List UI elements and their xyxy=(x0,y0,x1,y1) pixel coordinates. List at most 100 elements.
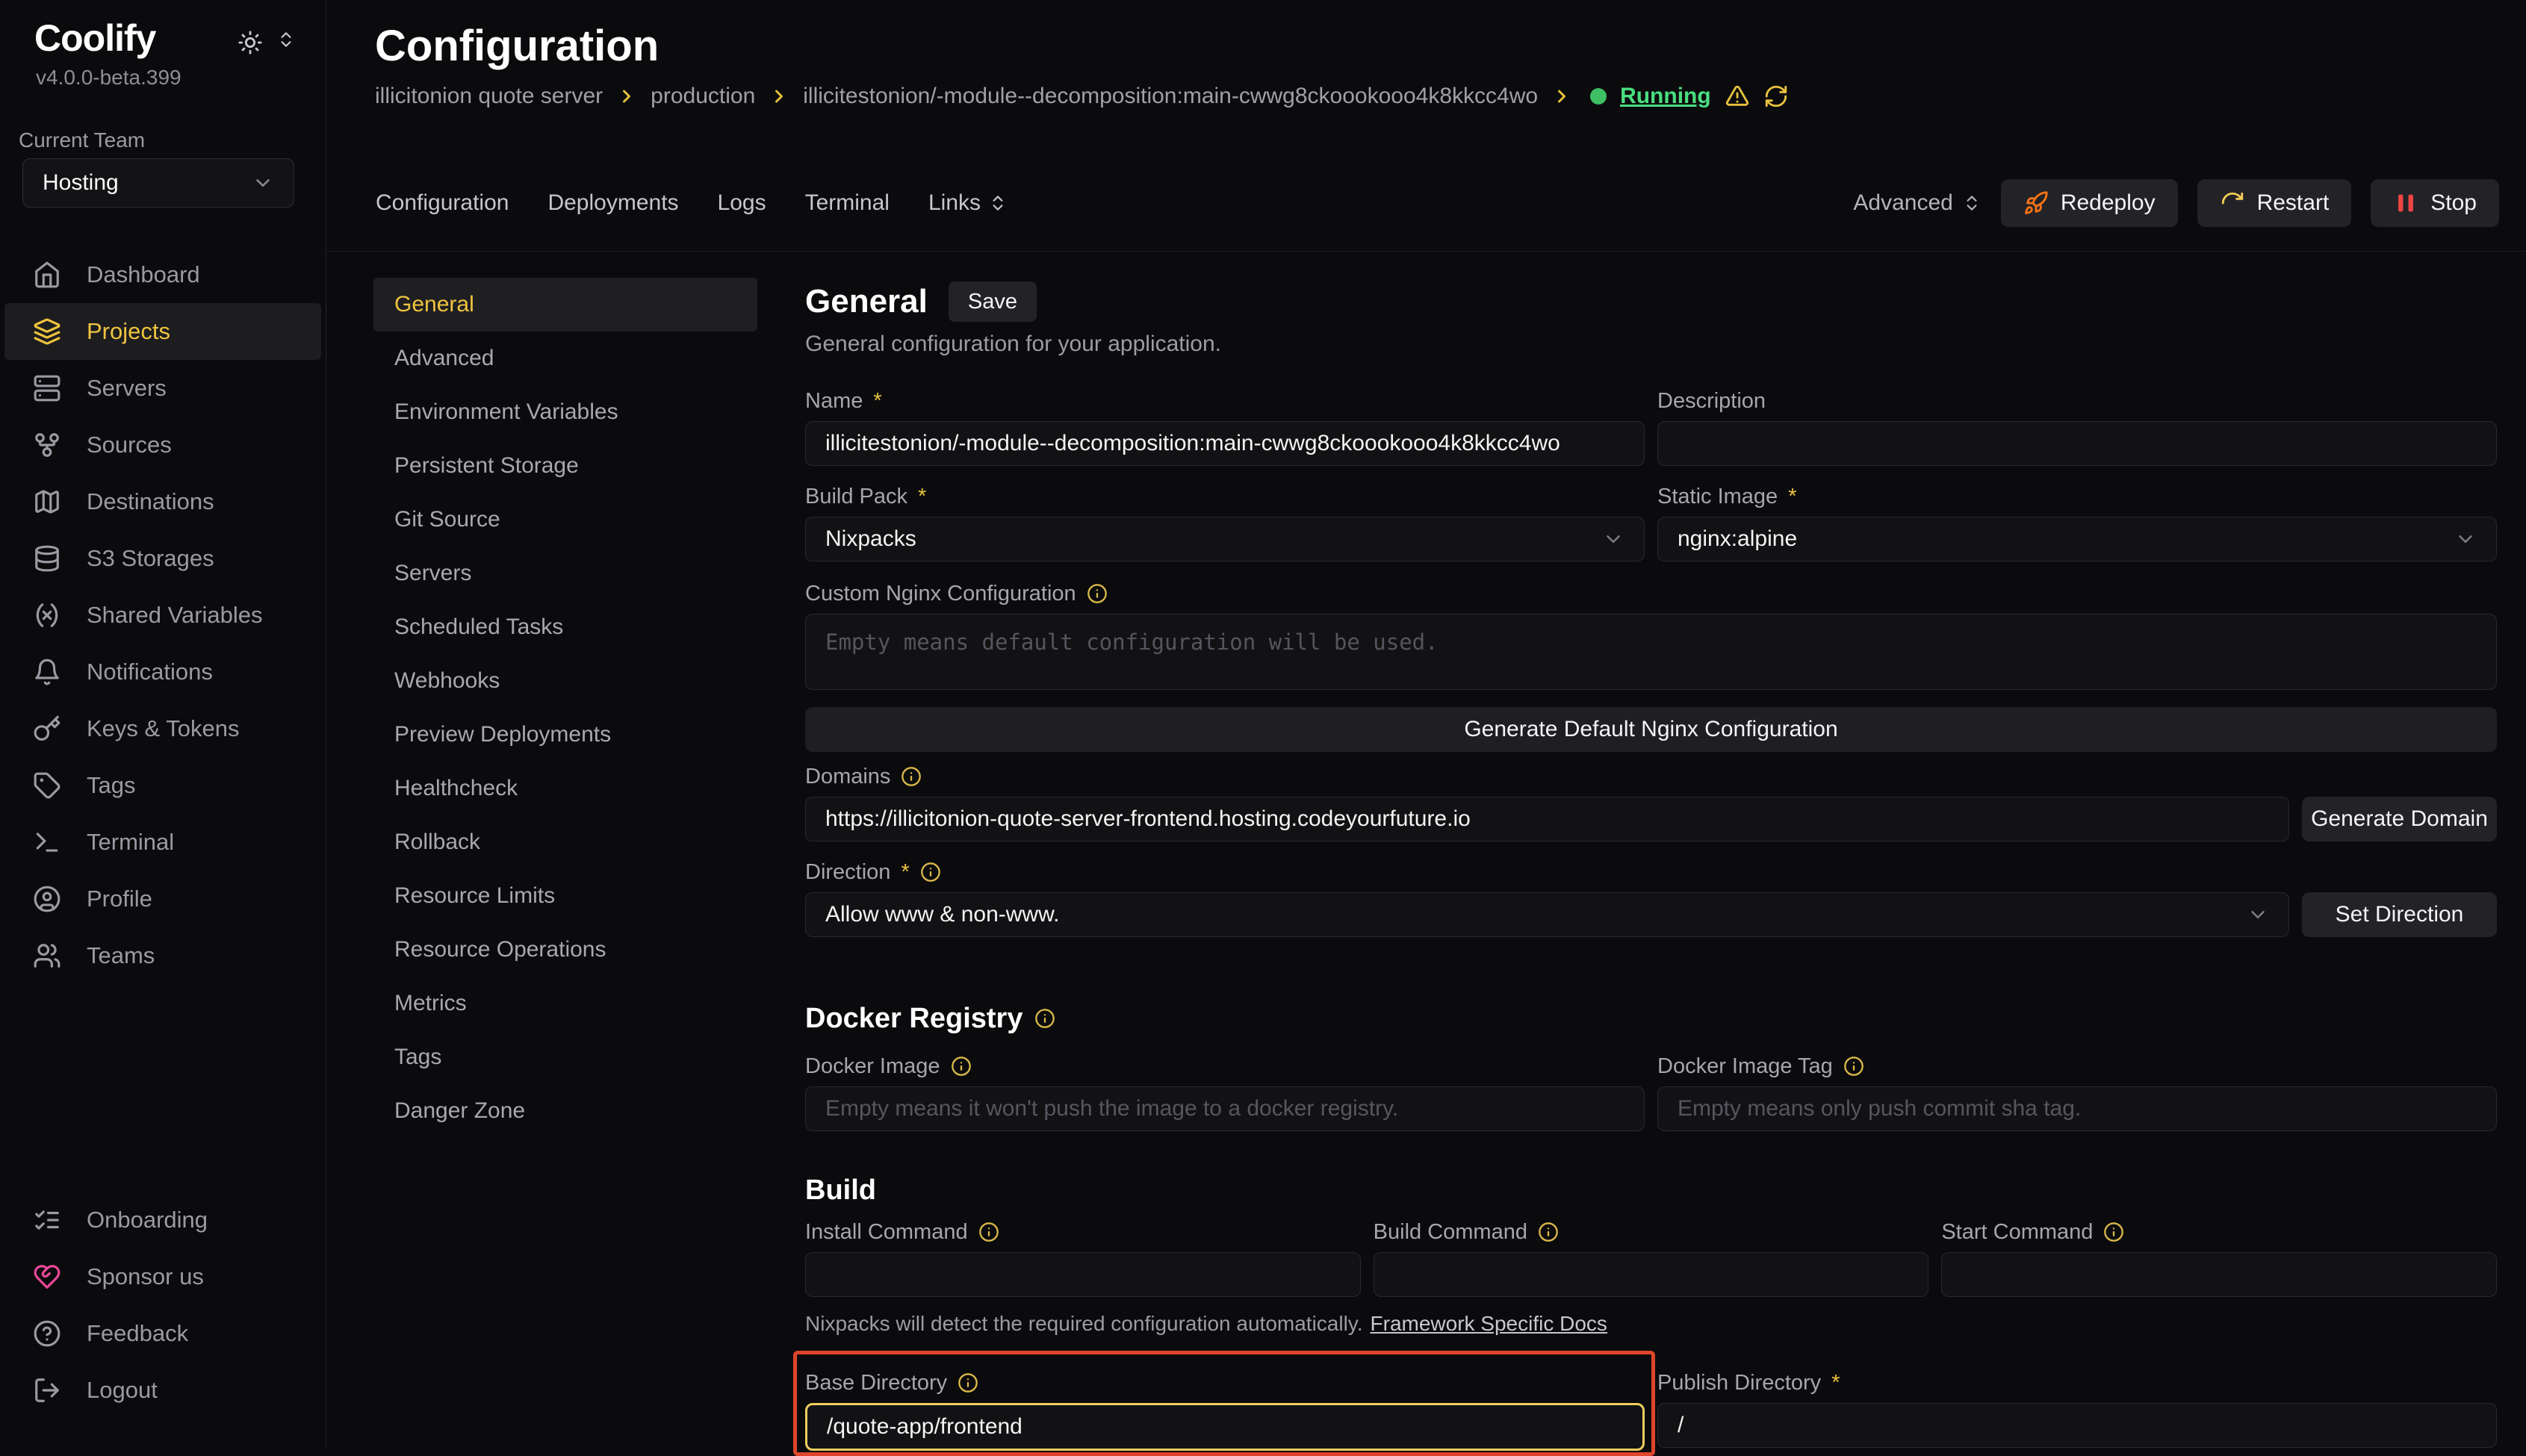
build-heading: Build xyxy=(805,1173,2497,1207)
subnav-item-tags[interactable]: Tags xyxy=(373,1030,757,1084)
sidebar-item-label: Destinations xyxy=(87,488,214,515)
domains-input[interactable] xyxy=(805,797,2289,841)
sidebar-item-projects[interactable]: Projects xyxy=(4,303,321,360)
subnav-item-rollback[interactable]: Rollback xyxy=(373,815,757,869)
start-command-input[interactable] xyxy=(1941,1252,2497,1297)
framework-docs-link[interactable]: Framework Specific Docs xyxy=(1371,1312,1607,1335)
info-icon[interactable] xyxy=(901,766,922,787)
info-icon[interactable] xyxy=(1538,1222,1559,1242)
sidebar-item-label: Projects xyxy=(87,318,170,345)
docker-image-tag-input[interactable] xyxy=(1657,1086,2497,1131)
sun-icon[interactable] xyxy=(238,30,263,55)
required-marker: * xyxy=(901,860,909,885)
sidebar-item-notifications[interactable]: Notifications xyxy=(0,644,326,700)
breadcrumb-project[interactable]: illicitonion quote server xyxy=(375,84,603,109)
info-icon[interactable] xyxy=(1034,1008,1055,1029)
static-image-select[interactable]: nginx:alpine xyxy=(1657,517,2497,561)
info-icon[interactable] xyxy=(1087,583,1108,604)
publish-directory-input[interactable] xyxy=(1657,1403,2497,1448)
breadcrumb: illicitonion quote server production ill… xyxy=(375,84,1789,109)
refresh-icon[interactable] xyxy=(1763,84,1789,109)
sidebar-item-shared-variables[interactable]: Shared Variables xyxy=(0,587,326,644)
sidebar-item-teams[interactable]: Teams xyxy=(0,927,326,984)
chevron-down-icon xyxy=(1602,528,1624,550)
status-running-link[interactable]: Running xyxy=(1620,84,1711,109)
info-icon[interactable] xyxy=(1843,1056,1864,1077)
tab-label: Links xyxy=(928,179,981,227)
static-image-label: Static Image* xyxy=(1657,484,2497,509)
custom-nginx-textarea[interactable] xyxy=(805,614,2497,690)
subnav-item-preview-deployments[interactable]: Preview Deployments xyxy=(373,708,757,762)
set-direction-button[interactable]: Set Direction xyxy=(2302,892,2497,937)
build-command-input[interactable] xyxy=(1374,1252,1929,1297)
sidebar-item-tags[interactable]: Tags xyxy=(0,757,326,814)
tab-label: Terminal xyxy=(805,179,890,227)
generate-nginx-button[interactable]: Generate Default Nginx Configuration xyxy=(805,707,2497,752)
breadcrumb-environment[interactable]: production xyxy=(651,84,755,109)
tab-configuration[interactable]: Configuration xyxy=(376,179,509,227)
sidebar-item-profile[interactable]: Profile xyxy=(0,871,326,927)
sidebar-item-onboarding[interactable]: Onboarding xyxy=(0,1192,326,1248)
subnav-item-servers[interactable]: Servers xyxy=(373,547,757,600)
base-directory-input[interactable] xyxy=(805,1403,1645,1451)
docker-image-input[interactable] xyxy=(805,1086,1645,1131)
sidebar-item-feedback[interactable]: Feedback xyxy=(0,1305,326,1362)
key-icon xyxy=(33,715,61,743)
sidebar-item-terminal[interactable]: Terminal xyxy=(0,814,326,871)
sidebar-item-sponsor-us[interactable]: Sponsor us xyxy=(0,1248,326,1305)
sidebar-item-s3-storages[interactable]: S3 Storages xyxy=(0,530,326,587)
subnav-item-scheduled-tasks[interactable]: Scheduled Tasks xyxy=(373,600,757,654)
tab-terminal[interactable]: Terminal xyxy=(805,179,890,227)
direction-select[interactable]: Allow www & non-www. xyxy=(805,892,2289,937)
save-button[interactable]: Save xyxy=(949,281,1037,322)
chevrons-up-down-icon xyxy=(1962,193,1982,213)
stop-button[interactable]: Stop xyxy=(2371,179,2499,227)
subnav-item-resource-limits[interactable]: Resource Limits xyxy=(373,869,757,923)
sidebar-item-destinations[interactable]: Destinations xyxy=(0,473,326,530)
database-icon xyxy=(33,544,61,573)
subnav-item-danger-zone[interactable]: Danger Zone xyxy=(373,1084,757,1138)
team-select[interactable]: Hosting xyxy=(22,158,294,208)
tab-logs[interactable]: Logs xyxy=(718,179,766,227)
advanced-dropdown[interactable]: Advanced xyxy=(1853,179,1981,227)
sidebar-item-servers[interactable]: Servers xyxy=(0,360,326,417)
redeploy-button[interactable]: Redeploy xyxy=(2001,179,2178,227)
generate-domain-button[interactable]: Generate Domain xyxy=(2302,797,2497,841)
sidebar-item-dashboard[interactable]: Dashboard xyxy=(0,246,326,303)
subnav-item-persistent-storage[interactable]: Persistent Storage xyxy=(373,439,757,493)
subnav-item-general[interactable]: General xyxy=(373,278,757,332)
warning-icon[interactable] xyxy=(1725,84,1750,109)
name-input[interactable] xyxy=(805,421,1645,466)
bell-icon xyxy=(33,658,61,686)
build-pack-label: Build Pack* xyxy=(805,484,1645,509)
sidebar-item-label: Terminal xyxy=(87,829,174,856)
subnav-item-metrics[interactable]: Metrics xyxy=(373,977,757,1030)
info-icon[interactable] xyxy=(920,862,941,883)
chevrons-up-down-icon[interactable] xyxy=(276,30,296,49)
tab-deployments[interactable]: Deployments xyxy=(547,179,678,227)
subnav-item-resource-operations[interactable]: Resource Operations xyxy=(373,923,757,977)
sidebar-item-sources[interactable]: Sources xyxy=(0,417,326,473)
sidebar-item-label: Tags xyxy=(87,772,135,799)
sidebar-item-keys-tokens[interactable]: Keys & Tokens xyxy=(0,700,326,757)
start-command-label: Start Command xyxy=(1941,1219,2497,1245)
description-input[interactable] xyxy=(1657,421,2497,466)
app-version: v4.0.0-beta.399 xyxy=(36,66,181,90)
info-icon[interactable] xyxy=(978,1222,999,1242)
subnav-item-environment-variables[interactable]: Environment Variables xyxy=(373,385,757,439)
sidebar-item-label: Onboarding xyxy=(87,1207,208,1233)
info-icon[interactable] xyxy=(951,1056,972,1077)
tab-links[interactable]: Links xyxy=(928,179,1008,227)
install-command-input[interactable] xyxy=(805,1252,1361,1297)
subnav-item-git-source[interactable]: Git Source xyxy=(373,493,757,547)
breadcrumb-application[interactable]: illicitestonion/-module--decomposition:m… xyxy=(803,84,1538,109)
sidebar-item-logout[interactable]: Logout xyxy=(0,1362,326,1419)
subnav-item-healthcheck[interactable]: Healthcheck xyxy=(373,762,757,815)
build-pack-select[interactable]: Nixpacks xyxy=(805,517,1645,561)
info-icon[interactable] xyxy=(2103,1222,2124,1242)
info-icon[interactable] xyxy=(958,1372,978,1393)
sidebar-nav: Dashboard Projects Servers Sources Desti… xyxy=(0,246,326,984)
subnav-item-webhooks[interactable]: Webhooks xyxy=(373,654,757,708)
restart-button[interactable]: Restart xyxy=(2197,179,2352,227)
subnav-item-advanced[interactable]: Advanced xyxy=(373,332,757,385)
